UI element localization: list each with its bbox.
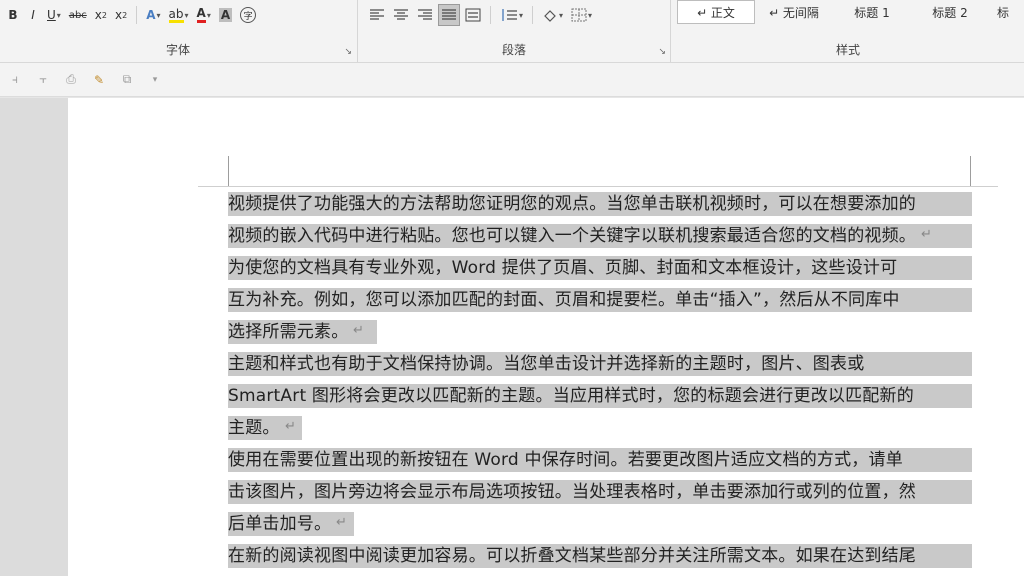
shading-icon[interactable]: ▾ [539,4,566,26]
enclose-character-icon[interactable]: 字 [237,4,259,26]
paragraph-group: ▾ ▾ ▾ 段落 ↘ [357,0,670,62]
text-line[interactable]: 为使您的文档具有专业外观，Word 提供了页眉、页脚、封面和文本框设计，这些设计… [228,252,972,284]
align-center-icon[interactable] [390,4,412,26]
paragraph-mark-icon: ↵ [336,515,347,530]
style-normal[interactable]: ↵ 正文 [677,0,755,24]
font-group-label: 字体 [165,43,190,57]
margin-guide-line [198,186,998,187]
text-line[interactable]: 使用在需要位置出现的新按钮在 Word 中保存时间。若要更改图片适应文档的方式，… [228,444,972,476]
line-text: 视频的嵌入代码中进行粘贴。您也可以键入一个关键字以联机搜索最适合您的文档的视频。 [228,226,916,246]
font-color-icon[interactable]: A ▾ [194,4,214,26]
borders-icon[interactable]: ▾ [568,4,595,26]
chevron-down-icon: ▾ [56,10,61,20]
line-text: 击该图片，图片旁边将会显示布局选项按钮。当处理表格时，单击要添加行或列的位置，然 [228,482,916,502]
document-page[interactable]: 视频提供了功能强大的方法帮助您证明您的观点。当您单击联机视频时，可以在想要添加的… [68,98,1024,576]
indent-icon[interactable]: ⫟ [34,71,52,89]
style-title[interactable]: 标 [989,0,1024,24]
margin-corner-mark [970,156,971,187]
paragraph-toolbar: ▾ ▾ ▾ [366,3,595,27]
distributed-align-icon[interactable] [462,4,484,26]
dialog-launcher-icon[interactable]: ↘ [658,47,666,57]
paragraph-mark-icon: ↵ [921,227,932,242]
styles-group: ↵ 正文 ↵ 无间隔 标题 1 标题 2 标 样式 [670,0,1024,62]
highlight-icon[interactable]: ab ▾ [166,4,192,26]
align-left-icon[interactable] [366,4,388,26]
text-line[interactable]: 在新的阅读视图中阅读更加容易。可以折叠文档某些部分并关注所需文本。如果在达到结尾 [228,540,972,572]
line-text: 互为补充。例如，您可以添加匹配的封面、页眉和提要栏。单击“插入”，然后从不同库中 [228,290,900,310]
text-line[interactable]: 后单击加号。 ↵ [228,508,972,540]
bold-button[interactable]: B [4,4,22,26]
style-heading-2[interactable]: 标题 2 [911,0,989,24]
underline-button[interactable]: U ▾ [44,4,64,26]
line-text: 在新的阅读视图中阅读更加容易。可以折叠文档某些部分并关注所需文本。如果在达到结尾 [228,546,916,566]
style-no-spacing[interactable]: ↵ 无间隔 [755,0,833,24]
document-body[interactable]: 视频提供了功能强大的方法帮助您证明您的观点。当您单击联机视频时，可以在想要添加的… [228,188,972,572]
paragraph-mark-icon: ↵ [285,419,296,434]
left-margin-area [0,98,68,576]
customize-chevron-icon[interactable]: ▾ [146,71,164,89]
text-line[interactable]: 击该图片，图片旁边将会显示布局选项按钮。当处理表格时，单击要添加行或列的位置，然 [228,476,972,508]
styles-group-label: 样式 [835,43,860,57]
paragraph-mark-icon: ↵ [353,323,364,338]
strikethrough-button[interactable]: abc [66,4,90,26]
line-spacing-icon[interactable]: ▾ [497,4,526,26]
print-preview-icon[interactable]: ⎙ [62,71,80,89]
quick-access-toolbar: ⫞ ⫟ ⎙ ✎ ⧉ ▾ [0,63,1024,97]
text-line[interactable]: 视频的嵌入代码中进行粘贴。您也可以键入一个关键字以联机搜索最适合您的文档的视频。… [228,220,972,252]
margin-corner-mark [228,156,229,187]
text-line[interactable]: 互为补充。例如，您可以添加匹配的封面、页眉和提要栏。单击“插入”，然后从不同库中 [228,284,972,316]
text-line[interactable]: 选择所需元素。 ↵ [228,316,972,348]
paragraph-group-label: 段落 [501,43,526,57]
line-text: 后单击加号。 [228,514,332,534]
copy-format-icon[interactable]: ⧉ [118,71,136,89]
justify-icon[interactable] [438,4,460,26]
line-text: SmartArt 图形将会更改以匹配新的主题。当应用样式时，您的标题会进行更改以… [228,386,914,406]
text-line[interactable]: 主题和样式也有助于文档保持协调。当您单击设计并选择新的主题时，图片、图表或 [228,348,972,380]
line-text: 使用在需要位置出现的新按钮在 Word 中保存时间。若要更改图片适应文档的方式，… [228,450,903,470]
font-toolbar: B I U ▾ abc x2 x2 A ▾ ab ▾ A ▾ A 字 [4,3,259,27]
text-line[interactable]: 主题。 ↵ [228,412,972,444]
dialog-launcher-icon[interactable]: ↘ [344,47,352,57]
line-text: 视频提供了功能强大的方法帮助您证明您的观点。当您单击联机视频时，可以在想要添加的 [228,194,916,214]
text-effects-icon[interactable]: A ▾ [143,4,163,26]
divider [490,6,491,24]
line-text: 主题和样式也有助于文档保持协调。当您单击设计并选择新的主题时，图片、图表或 [228,354,865,374]
line-text: 主题。 [228,418,280,438]
styles-gallery: ↵ 正文 ↵ 无间隔 标题 1 标题 2 标 [677,0,1024,24]
subscript-button[interactable]: x2 [92,4,110,26]
character-shading-icon[interactable]: A [216,4,235,26]
divider [136,6,138,24]
superscript-button[interactable]: x2 [112,4,130,26]
italic-button[interactable]: I [24,4,42,26]
line-text: 为使您的文档具有专业外观，Word 提供了页眉、页脚、封面和文本框设计，这些设计… [228,258,898,278]
format-painter-icon[interactable]: ✎ [90,71,108,89]
ribbon: B I U▾ abc x2 x2 A▾ ab▾ A▾ A 字 字体 ↘ [0,0,1024,63]
outdent-icon[interactable]: ⫞ [6,71,24,89]
text-line[interactable]: 视频提供了功能强大的方法帮助您证明您的观点。当您单击联机视频时，可以在想要添加的 [228,188,972,220]
style-heading-1[interactable]: 标题 1 [833,0,911,24]
font-group: B I U ▾ abc x2 x2 A ▾ ab ▾ A ▾ A 字 字体 ↘ [0,0,356,62]
divider [532,6,534,24]
align-right-icon[interactable] [414,4,436,26]
text-line[interactable]: SmartArt 图形将会更改以匹配新的主题。当应用样式时，您的标题会进行更改以… [228,380,972,412]
line-text: 选择所需元素。 [228,322,349,342]
